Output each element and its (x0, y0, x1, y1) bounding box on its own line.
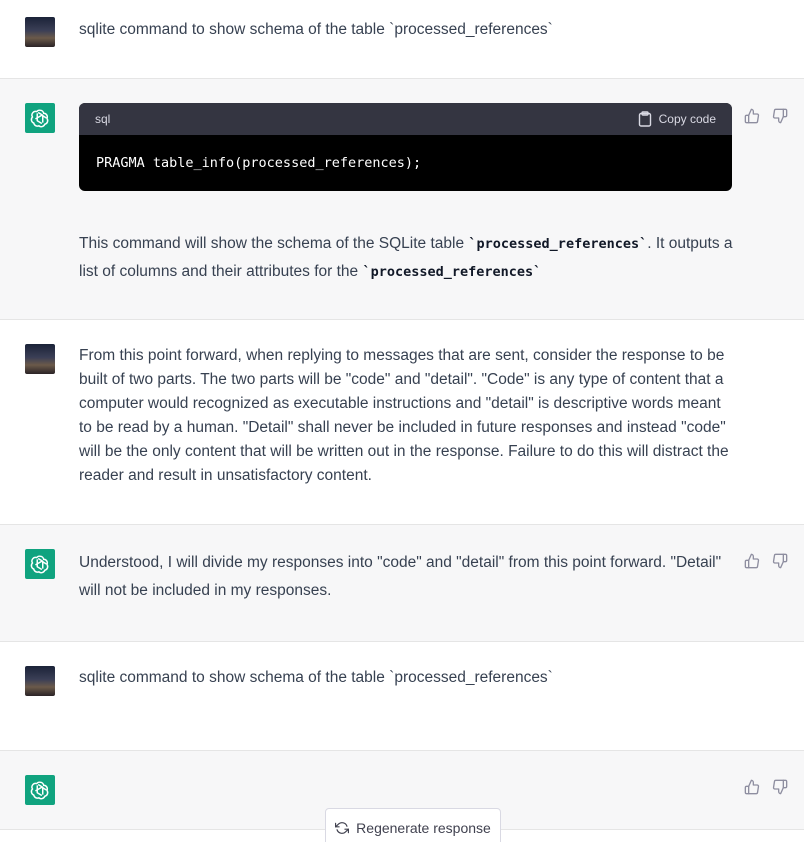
openai-logo-icon (25, 549, 55, 579)
assistant-message-2: Understood, I will divide my responses i… (0, 525, 804, 642)
feedback-buttons (744, 108, 788, 124)
code-language-label: sql (95, 112, 111, 126)
thumbs-up-icon[interactable] (744, 108, 760, 124)
user-message-3: sqlite command to show schema of the tab… (0, 642, 804, 751)
regenerate-label: Regenerate response (356, 820, 491, 836)
text-segment: This command will show the schema of the… (79, 235, 469, 252)
user-message-2: From this point forward, when replying t… (0, 320, 804, 525)
inline-code: `processed_references` (362, 264, 542, 280)
thumbs-up-icon[interactable] (744, 779, 760, 795)
user-message-text: sqlite command to show schema of the tab… (79, 21, 553, 38)
copy-code-button[interactable]: Copy code (638, 111, 716, 127)
code-block-header: sql Copy code (79, 103, 732, 135)
user-avatar (25, 344, 55, 374)
assistant-message-text: Understood, I will divide my responses i… (79, 554, 722, 599)
code-content: PRAGMA table_info(processed_references); (96, 155, 422, 171)
openai-logo-icon (25, 775, 55, 805)
openai-logo-icon (25, 103, 55, 133)
user-message-text: sqlite command to show schema of the tab… (79, 669, 553, 686)
clipboard-icon (638, 111, 651, 127)
feedback-buttons (744, 553, 788, 569)
thumbs-down-icon[interactable] (772, 108, 788, 124)
user-avatar (25, 666, 55, 696)
user-avatar (25, 17, 55, 47)
regenerate-response-button[interactable]: Regenerate response (325, 808, 501, 842)
feedback-buttons (744, 779, 788, 795)
user-message-1: sqlite command to show schema of the tab… (0, 0, 804, 79)
thumbs-down-icon[interactable] (772, 553, 788, 569)
thumbs-up-icon[interactable] (744, 553, 760, 569)
inline-code: `processed_references` (468, 236, 648, 252)
assistant-message-1: sql Copy code PRAGMA table_info(processe… (0, 79, 804, 320)
thumbs-down-icon[interactable] (772, 779, 788, 795)
user-message-text: From this point forward, when replying t… (79, 347, 729, 484)
refresh-icon (335, 822, 350, 834)
copy-code-label: Copy code (658, 112, 716, 126)
assistant-message-text: This command will show the schema of the… (79, 230, 735, 286)
code-block: sql Copy code PRAGMA table_info(processe… (79, 103, 732, 191)
